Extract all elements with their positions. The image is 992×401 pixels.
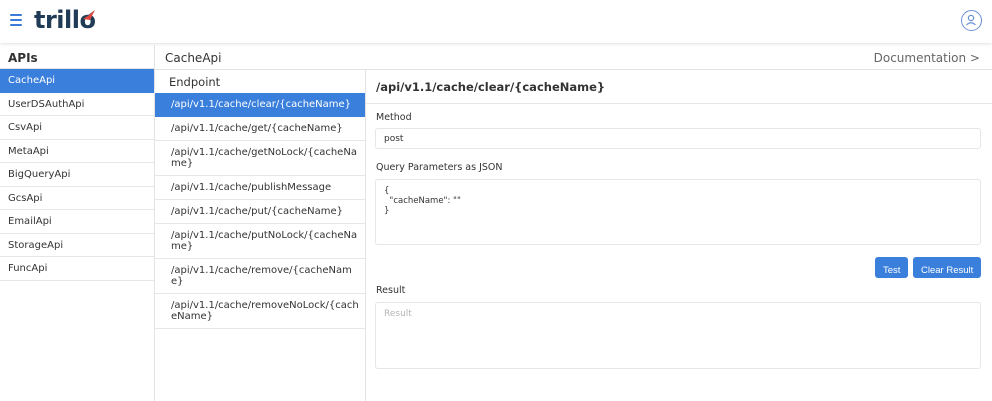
- result-label: Result: [376, 285, 406, 296]
- json-line: }: [384, 206, 390, 216]
- sidebar-item-gcsapi[interactable]: GcsApi: [0, 187, 154, 210]
- hamburger-menu-icon[interactable]: [10, 14, 22, 26]
- endpoint-item[interactable]: /api/v1.1/cache/putNoLock/{cacheName}: [155, 224, 365, 259]
- user-avatar-icon[interactable]: [961, 10, 982, 31]
- sidebar-item-bigqueryapi[interactable]: BigQueryApi: [0, 163, 154, 187]
- endpoint-item[interactable]: /api/v1.1/cache/getNoLock/{cacheName}: [155, 141, 365, 176]
- sidebar-item-storageapi[interactable]: StorageApi: [0, 234, 154, 257]
- query-params-label: Query Parameters as JSON: [376, 162, 503, 173]
- endpoint-item[interactable]: /api/v1.1/cache/get/{cacheName}: [155, 117, 365, 141]
- api-list-panel: APIs CacheApi UserDSAuthApi CsvApi MetaApi B…: [0, 45, 155, 401]
- sidebar-item-funcapi[interactable]: FuncApi: [0, 257, 154, 281]
- endpoint-list-heading: Endpoint: [169, 75, 221, 89]
- clear-result-button[interactable]: Clear Result: [913, 257, 982, 278]
- top-bar: trillo: [0, 0, 992, 43]
- endpoint-item[interactable]: /api/v1.1/cache/publishMessage: [155, 176, 365, 200]
- sidebar-item-csvapi[interactable]: CsvApi: [0, 116, 154, 140]
- sidebar-item-emailapi[interactable]: EmailApi: [0, 210, 154, 234]
- sidebar-item-userdsauthapi[interactable]: UserDSAuthApi: [0, 93, 154, 116]
- endpoint-item[interactable]: /api/v1.1/cache/put/{cacheName}: [155, 200, 365, 224]
- divider: [366, 103, 992, 104]
- endpoint-detail-panel: /api/v1.1/cache/clear/{cacheName} Method…: [366, 70, 992, 401]
- result-textarea[interactable]: Result: [375, 302, 981, 369]
- sidebar-item-cacheapi[interactable]: CacheApi: [0, 69, 154, 93]
- api-list-heading: APIs: [0, 45, 154, 69]
- api-header: CacheApi Documentation >: [155, 45, 992, 70]
- endpoint-list-panel: Endpoint /api/v1.1/cache/clear/{cacheNam…: [155, 70, 366, 401]
- sidebar-item-metaapi[interactable]: MetaApi: [0, 140, 154, 163]
- json-line: {: [384, 186, 390, 196]
- json-line: "cacheName": "": [384, 196, 461, 206]
- endpoint-item[interactable]: /api/v1.1/cache/removeNoLock/{cacheName}: [155, 294, 365, 329]
- test-button[interactable]: Test: [875, 257, 909, 278]
- endpoint-item[interactable]: /api/v1.1/cache/clear/{cacheName}: [155, 93, 365, 117]
- endpoint-title: /api/v1.1/cache/clear/{cacheName}: [376, 80, 606, 94]
- method-field[interactable]: post: [375, 128, 981, 149]
- logo-mark-icon: [83, 10, 95, 20]
- query-params-textarea[interactable]: { "cacheName": "" }: [375, 179, 981, 245]
- endpoint-item[interactable]: /api/v1.1/cache/remove/{cacheName}: [155, 259, 365, 294]
- method-label: Method: [376, 112, 412, 123]
- api-title: CacheApi: [165, 51, 222, 65]
- documentation-link[interactable]: Documentation >: [874, 51, 980, 65]
